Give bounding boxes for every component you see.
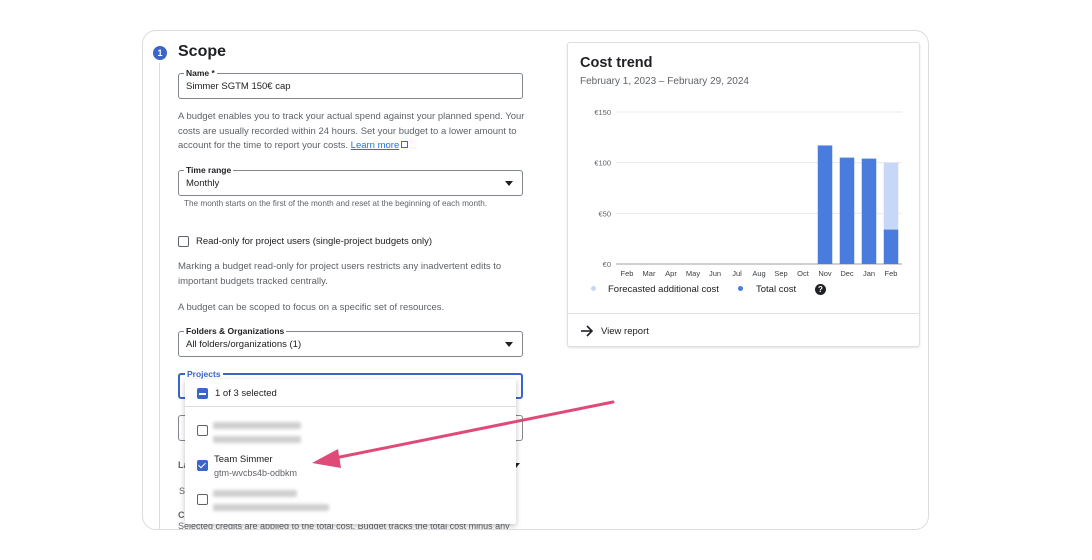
time-range-value: Monthly: [186, 178, 220, 189]
project-checkbox[interactable]: [197, 494, 208, 505]
budget-scope-card: 1 Scope Name * Simmer SGTM 150€ cap A bu…: [142, 30, 929, 530]
folders-select[interactable]: Folders & Organizations All folders/orga…: [178, 325, 523, 357]
bar-total-cost[interactable]: [817, 145, 833, 264]
total-legend-label: Total cost: [756, 284, 797, 295]
x-tick-label: Feb: [885, 269, 898, 278]
x-tick-label: Mar: [643, 269, 656, 278]
time-range-select[interactable]: Time range Monthly: [178, 164, 523, 196]
cost-trend-card: Cost trend February 1, 2023 – February 2…: [567, 42, 920, 347]
step-number-badge: 1: [153, 46, 167, 60]
forecast-legend-dot: [591, 286, 596, 291]
x-tick-label: Oct: [797, 269, 810, 278]
blurred-project-name: [213, 422, 301, 429]
indeterminate-checkbox-icon[interactable]: [197, 388, 208, 399]
budget-description: A budget enables you to track your actua…: [178, 110, 528, 154]
bar-total-cost[interactable]: [839, 157, 855, 264]
x-tick-label: Feb: [621, 269, 634, 278]
section-title: Scope: [178, 43, 227, 60]
view-report-button[interactable]: View report: [568, 313, 919, 348]
chart-date-range: February 1, 2023 – February 29, 2024: [580, 76, 749, 87]
x-tick-label: Jun: [709, 269, 721, 278]
bar-forecast-cost[interactable]: [883, 162, 899, 230]
readonly-note: Marking a budget read-only for project u…: [178, 261, 502, 287]
time-range-label: Time range: [184, 164, 234, 176]
step-connector-line: [159, 63, 160, 529]
folders-label: Folders & Organizations: [184, 325, 287, 337]
y-tick-label: €150: [594, 108, 611, 117]
scope-note: A budget can be scoped to focus on a spe…: [178, 302, 445, 313]
readonly-checkbox[interactable]: [178, 236, 189, 247]
y-tick-label: €100: [594, 159, 611, 168]
x-tick-label: Jul: [732, 269, 742, 278]
chevron-down-icon: [505, 342, 513, 347]
cost-trend-chart: €150 €100 €50 €0 Feb Mar Apr May Jun Jul Aug Sep Oct…: [594, 108, 902, 278]
learn-more-link[interactable]: Learn more: [351, 140, 400, 151]
x-tick-label: Aug: [752, 269, 765, 278]
blurred-project-id: [213, 504, 329, 511]
chart-title: Cost trend: [580, 55, 653, 71]
project-id: gtm-wvcbs4b-odbkm: [214, 468, 298, 478]
x-tick-label: May: [686, 269, 700, 278]
x-tick-label: Sep: [774, 269, 787, 278]
bar-total-cost[interactable]: [883, 229, 899, 264]
view-report-label: View report: [601, 326, 649, 337]
chevron-down-icon: [505, 181, 513, 186]
external-link-icon: [401, 141, 409, 148]
name-field-value[interactable]: Simmer SGTM 150€ cap: [186, 81, 291, 92]
x-tick-label: Apr: [665, 269, 677, 278]
y-tick-label: €50: [598, 209, 611, 218]
bar-total-cost[interactable]: [861, 158, 877, 264]
selection-summary: 1 of 3 selected: [215, 388, 277, 399]
total-legend-dot: [738, 286, 743, 291]
x-tick-label: Dec: [840, 269, 854, 278]
time-range-helper: The month starts on the first of the mon…: [184, 199, 488, 208]
name-field-label: Name *: [184, 67, 217, 79]
blurred-project-id: [213, 436, 301, 443]
blurred-project-name: [213, 490, 297, 497]
readonly-checkbox-label[interactable]: Read-only for project users (single-proj…: [196, 236, 432, 247]
x-tick-label: Nov: [818, 269, 832, 278]
help-icon[interactable]: ?: [815, 284, 826, 295]
projects-dropdown: 1 of 3 selected Team Simmer gtm-wvcbs4b-…: [185, 379, 516, 524]
select-all-row[interactable]: 1 of 3 selected: [185, 379, 516, 407]
arrow-right-icon: [581, 325, 594, 337]
forecast-legend-label: Forecasted additional cost: [608, 284, 719, 295]
x-tick-label: Jan: [863, 269, 875, 278]
budget-name-field[interactable]: Name * Simmer SGTM 150€ cap: [178, 67, 523, 99]
folders-value: All folders/organizations (1): [186, 339, 302, 350]
y-tick-label: €0: [603, 260, 611, 269]
checked-checkbox-icon[interactable]: [197, 460, 208, 471]
project-name: Team Simmer: [214, 454, 273, 465]
project-checkbox[interactable]: [197, 425, 208, 436]
